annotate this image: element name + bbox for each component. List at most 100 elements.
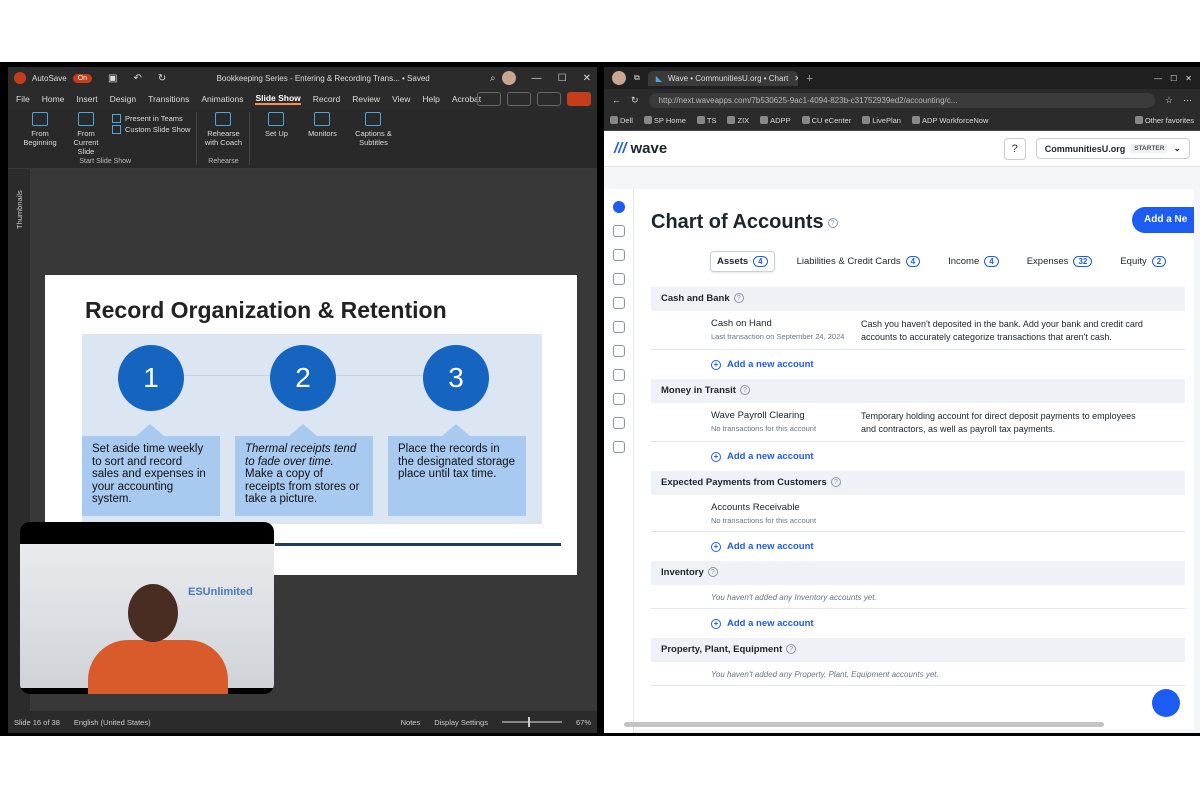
tab-view[interactable]: View [392, 94, 410, 104]
close-icon[interactable]: ✕ [1185, 74, 1192, 83]
wave-logo[interactable]: ///wave [614, 140, 667, 157]
present-icon[interactable] [537, 92, 561, 106]
redo-icon[interactable]: ↻ [158, 73, 166, 84]
chat-bubble-icon[interactable] [1152, 689, 1180, 717]
browser-tab-wave[interactable]: ◣ Wave • CommunitiesU.org • Chart ✕ [647, 70, 798, 86]
purchases-icon[interactable] [612, 273, 625, 285]
tab-expenses[interactable]: Expenses 32 [1021, 251, 1099, 272]
contacts-icon[interactable] [612, 417, 625, 429]
help-icon[interactable]: ? [786, 644, 797, 655]
captions-subtitles-button[interactable]: Captions & Subtitles [348, 112, 398, 165]
profile-avatar[interactable] [612, 71, 626, 85]
other-favorites[interactable]: Other favorites [1134, 116, 1194, 125]
add-new-account-link[interactable]: + Add a new account [651, 532, 1185, 561]
zoom-slider[interactable] [501, 717, 562, 727]
notes-button[interactable]: Notes [401, 718, 421, 727]
back-icon[interactable]: ← [612, 95, 621, 105]
step-text-3[interactable]: Place the records in the designated stor… [388, 424, 526, 516]
favorite-ts[interactable]: TS [696, 116, 716, 125]
add-new-account-link[interactable]: + Add a new account [651, 609, 1185, 638]
document-title[interactable]: Bookkeeping Series - Entering & Recordin… [172, 74, 474, 83]
account-name[interactable]: Wave Payroll Clearing [711, 410, 805, 421]
set-up-button[interactable]: Set Up [256, 112, 296, 165]
minimize-icon[interactable]: — [532, 73, 542, 84]
tab-home[interactable]: Home [42, 94, 65, 104]
create-new-icon[interactable] [612, 201, 625, 213]
tab-close-icon[interactable]: ✕ [794, 74, 797, 83]
favorite-dell[interactable]: Dell [610, 116, 633, 125]
payroll-icon[interactable] [612, 369, 625, 381]
language-indicator[interactable]: English (United States) [74, 718, 151, 727]
close-icon[interactable]: ✕ [583, 73, 591, 84]
step-text-1[interactable]: Set aside time weekly to sort and record… [82, 424, 220, 516]
step-circle-3[interactable]: 3 [423, 345, 489, 411]
search-icon[interactable]: ⌕ [490, 73, 496, 84]
tab-transitions[interactable]: Transitions [148, 94, 189, 104]
favorite-adpp[interactable]: ADPP [760, 116, 791, 125]
help-icon[interactable]: ? [707, 567, 718, 578]
account-name[interactable]: Cash on Hand [711, 318, 772, 329]
dashboard-icon[interactable] [612, 225, 625, 237]
help-icon[interactable]: ? [827, 217, 838, 228]
favorite-star-icon[interactable]: ☆ [1165, 95, 1173, 106]
share-icon[interactable] [567, 92, 591, 106]
help-icon[interactable]: ? [733, 293, 744, 304]
tab-insert[interactable]: Insert [76, 94, 97, 104]
add-new-account-link[interactable]: + Add a new account [651, 350, 1185, 379]
tab-animations[interactable]: Animations [201, 94, 243, 104]
slide-title[interactable]: Record Organization & Retention [85, 297, 447, 324]
tab-slide-show[interactable]: Slide Show [255, 93, 301, 105]
banking-icon[interactable] [612, 345, 625, 357]
add-new-account-link[interactable]: + Add a new account [651, 442, 1185, 471]
url-field[interactable]: http://next.waveapps.com/7b530625-9ac1-4… [648, 92, 1155, 108]
accounting-icon[interactable] [612, 321, 625, 333]
record-icon[interactable] [507, 92, 531, 106]
autosave-toggle[interactable]: On [72, 73, 93, 83]
favorite-sp-home[interactable]: SP Home [643, 116, 686, 125]
tab-help[interactable]: Help [422, 94, 439, 104]
account-row[interactable]: Wave Payroll Clearing No transactions for… [651, 403, 1185, 442]
favorite-cu-ecenter[interactable]: CU eCenter [801, 116, 851, 125]
maximize-icon[interactable]: ☐ [558, 73, 567, 84]
business-switcher[interactable]: CommunitiesU.org STARTER ⌄ [1035, 138, 1190, 159]
favorite-zix[interactable]: ZIX [727, 116, 749, 125]
workspaces-icon[interactable]: ⧉ [634, 73, 640, 83]
taxes-icon[interactable] [612, 441, 625, 453]
sales-icon[interactable] [612, 249, 625, 261]
tab-review[interactable]: Review [352, 94, 380, 104]
receipts-icon[interactable] [612, 297, 625, 309]
zoom-level[interactable]: 67% [576, 718, 591, 727]
step-text-2[interactable]: Thermal receipts tend to fade over time.… [235, 424, 373, 516]
help-icon[interactable]: ? [830, 477, 841, 488]
reports-icon[interactable] [612, 393, 625, 405]
tab-assets[interactable]: Assets 4 [710, 251, 775, 272]
tab-design[interactable]: Design [110, 94, 136, 104]
settings-menu-icon[interactable]: ⋯ [1183, 95, 1192, 106]
rehearse-with-coach-button[interactable]: Rehearse with Coach [203, 112, 243, 156]
favorite-liveplan[interactable]: LivePlan [862, 116, 901, 125]
minimize-icon[interactable]: — [1154, 74, 1162, 83]
account-row[interactable]: Accounts Receivable No transactions for t… [651, 495, 1185, 532]
new-tab-icon[interactable]: ＋ [806, 73, 814, 84]
help-icon[interactable]: ? [1003, 137, 1026, 160]
tab-file[interactable]: File [16, 94, 30, 104]
step-circle-2[interactable]: 2 [270, 345, 336, 411]
custom-slide-show-button[interactable]: Custom Slide Show [112, 125, 190, 134]
present-in-teams-button[interactable]: Present in Teams [112, 114, 190, 123]
from-current-slide-button[interactable]: From Current Slide [66, 112, 106, 156]
save-icon[interactable]: ▣ [108, 73, 117, 84]
tab-equity[interactable]: Equity 2 [1114, 251, 1172, 272]
comments-icon[interactable] [477, 92, 501, 106]
display-settings-button[interactable]: Display Settings [434, 718, 488, 727]
favorite-adp-workforcenow[interactable]: ADP WorkforceNow [911, 116, 988, 125]
horizontal-scrollbar[interactable] [624, 722, 1104, 727]
account-row[interactable]: Cash on Hand Last transaction on Septembe… [651, 311, 1185, 350]
from-beginning-button[interactable]: From Beginning [20, 112, 60, 156]
account-name[interactable]: Accounts Receivable [711, 502, 800, 513]
refresh-icon[interactable]: ↻ [631, 95, 639, 106]
user-avatar[interactable] [501, 71, 516, 85]
tab-record[interactable]: Record [313, 94, 340, 104]
undo-icon[interactable]: ↶ [134, 73, 142, 84]
tab-income[interactable]: Income 4 [942, 251, 1005, 272]
monitors-button[interactable]: Monitors [302, 112, 342, 165]
